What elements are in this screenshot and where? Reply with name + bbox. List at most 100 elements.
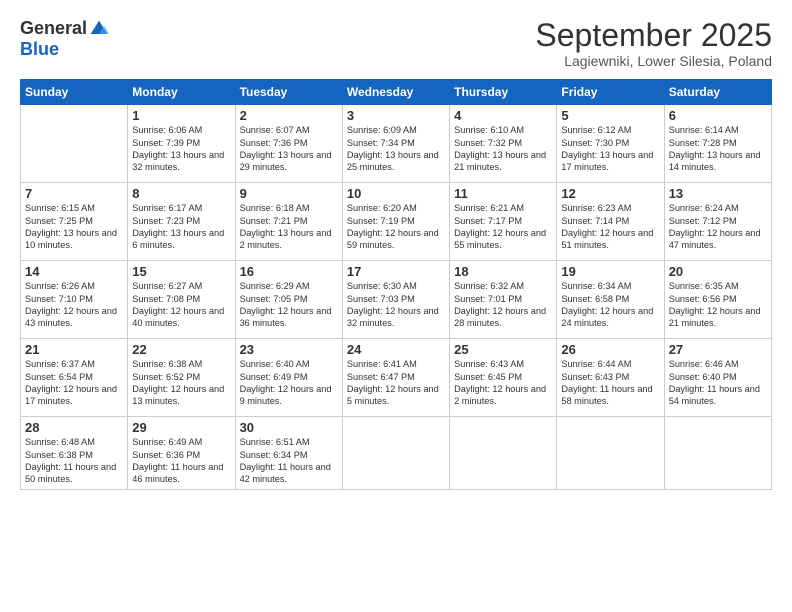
- table-row: 22 Sunrise: 6:38 AMSunset: 6:52 PMDaylig…: [128, 339, 235, 417]
- table-row: [664, 417, 771, 490]
- header-friday: Friday: [557, 80, 664, 105]
- day-number: 16: [240, 264, 338, 279]
- weekday-header-row: Sunday Monday Tuesday Wednesday Thursday…: [21, 80, 772, 105]
- day-number: 1: [132, 108, 230, 123]
- table-row: 25 Sunrise: 6:43 AMSunset: 6:45 PMDaylig…: [450, 339, 557, 417]
- table-row: 6 Sunrise: 6:14 AMSunset: 7:28 PMDayligh…: [664, 105, 771, 183]
- table-row: 3 Sunrise: 6:09 AMSunset: 7:34 PMDayligh…: [342, 105, 449, 183]
- table-row: 19 Sunrise: 6:34 AMSunset: 6:58 PMDaylig…: [557, 261, 664, 339]
- table-row: 10 Sunrise: 6:20 AMSunset: 7:19 PMDaylig…: [342, 183, 449, 261]
- table-row: 24 Sunrise: 6:41 AMSunset: 6:47 PMDaylig…: [342, 339, 449, 417]
- table-row: 16 Sunrise: 6:29 AMSunset: 7:05 PMDaylig…: [235, 261, 342, 339]
- day-number: 27: [669, 342, 767, 357]
- header-sunday: Sunday: [21, 80, 128, 105]
- day-number: 6: [669, 108, 767, 123]
- logo: General Blue: [20, 18, 109, 60]
- day-number: 3: [347, 108, 445, 123]
- logo-blue-text: Blue: [20, 39, 59, 60]
- month-title: September 2025: [535, 18, 772, 53]
- day-number: 19: [561, 264, 659, 279]
- day-info: Sunrise: 6:44 AMSunset: 6:43 PMDaylight:…: [561, 358, 659, 408]
- table-row: [557, 417, 664, 490]
- table-row: 18 Sunrise: 6:32 AMSunset: 7:01 PMDaylig…: [450, 261, 557, 339]
- table-row: 4 Sunrise: 6:10 AMSunset: 7:32 PMDayligh…: [450, 105, 557, 183]
- day-info: Sunrise: 6:49 AMSunset: 6:36 PMDaylight:…: [132, 436, 230, 486]
- table-row: 27 Sunrise: 6:46 AMSunset: 6:40 PMDaylig…: [664, 339, 771, 417]
- day-info: Sunrise: 6:26 AMSunset: 7:10 PMDaylight:…: [25, 280, 123, 330]
- header: General Blue September 2025 Lagiewniki, …: [20, 18, 772, 69]
- table-row: 21 Sunrise: 6:37 AMSunset: 6:54 PMDaylig…: [21, 339, 128, 417]
- day-number: 26: [561, 342, 659, 357]
- table-row: 5 Sunrise: 6:12 AMSunset: 7:30 PMDayligh…: [557, 105, 664, 183]
- table-row: 15 Sunrise: 6:27 AMSunset: 7:08 PMDaylig…: [128, 261, 235, 339]
- day-number: 5: [561, 108, 659, 123]
- table-row: 29 Sunrise: 6:49 AMSunset: 6:36 PMDaylig…: [128, 417, 235, 490]
- table-row: 1 Sunrise: 6:06 AMSunset: 7:39 PMDayligh…: [128, 105, 235, 183]
- table-row: 13 Sunrise: 6:24 AMSunset: 7:12 PMDaylig…: [664, 183, 771, 261]
- day-info: Sunrise: 6:10 AMSunset: 7:32 PMDaylight:…: [454, 124, 552, 174]
- day-info: Sunrise: 6:21 AMSunset: 7:17 PMDaylight:…: [454, 202, 552, 252]
- day-number: 13: [669, 186, 767, 201]
- day-info: Sunrise: 6:09 AMSunset: 7:34 PMDaylight:…: [347, 124, 445, 174]
- day-number: 14: [25, 264, 123, 279]
- calendar: Sunday Monday Tuesday Wednesday Thursday…: [20, 79, 772, 490]
- day-number: 4: [454, 108, 552, 123]
- day-number: 20: [669, 264, 767, 279]
- day-info: Sunrise: 6:48 AMSunset: 6:38 PMDaylight:…: [25, 436, 123, 486]
- day-info: Sunrise: 6:46 AMSunset: 6:40 PMDaylight:…: [669, 358, 767, 408]
- title-section: September 2025 Lagiewniki, Lower Silesia…: [535, 18, 772, 69]
- day-number: 30: [240, 420, 338, 435]
- day-info: Sunrise: 6:27 AMSunset: 7:08 PMDaylight:…: [132, 280, 230, 330]
- header-wednesday: Wednesday: [342, 80, 449, 105]
- day-info: Sunrise: 6:24 AMSunset: 7:12 PMDaylight:…: [669, 202, 767, 252]
- day-number: 2: [240, 108, 338, 123]
- day-info: Sunrise: 6:34 AMSunset: 6:58 PMDaylight:…: [561, 280, 659, 330]
- day-info: Sunrise: 6:07 AMSunset: 7:36 PMDaylight:…: [240, 124, 338, 174]
- day-number: 15: [132, 264, 230, 279]
- day-info: Sunrise: 6:29 AMSunset: 7:05 PMDaylight:…: [240, 280, 338, 330]
- logo-icon: [89, 19, 109, 39]
- table-row: 28 Sunrise: 6:48 AMSunset: 6:38 PMDaylig…: [21, 417, 128, 490]
- day-info: Sunrise: 6:23 AMSunset: 7:14 PMDaylight:…: [561, 202, 659, 252]
- day-number: 17: [347, 264, 445, 279]
- day-info: Sunrise: 6:32 AMSunset: 7:01 PMDaylight:…: [454, 280, 552, 330]
- day-number: 28: [25, 420, 123, 435]
- day-number: 21: [25, 342, 123, 357]
- table-row: [450, 417, 557, 490]
- table-row: 14 Sunrise: 6:26 AMSunset: 7:10 PMDaylig…: [21, 261, 128, 339]
- day-info: Sunrise: 6:17 AMSunset: 7:23 PMDaylight:…: [132, 202, 230, 252]
- day-number: 7: [25, 186, 123, 201]
- table-row: 7 Sunrise: 6:15 AMSunset: 7:25 PMDayligh…: [21, 183, 128, 261]
- day-info: Sunrise: 6:51 AMSunset: 6:34 PMDaylight:…: [240, 436, 338, 486]
- day-info: Sunrise: 6:06 AMSunset: 7:39 PMDaylight:…: [132, 124, 230, 174]
- day-info: Sunrise: 6:37 AMSunset: 6:54 PMDaylight:…: [25, 358, 123, 408]
- day-number: 23: [240, 342, 338, 357]
- table-row: 2 Sunrise: 6:07 AMSunset: 7:36 PMDayligh…: [235, 105, 342, 183]
- day-info: Sunrise: 6:12 AMSunset: 7:30 PMDaylight:…: [561, 124, 659, 174]
- day-info: Sunrise: 6:18 AMSunset: 7:21 PMDaylight:…: [240, 202, 338, 252]
- table-row: 12 Sunrise: 6:23 AMSunset: 7:14 PMDaylig…: [557, 183, 664, 261]
- header-thursday: Thursday: [450, 80, 557, 105]
- table-row: 20 Sunrise: 6:35 AMSunset: 6:56 PMDaylig…: [664, 261, 771, 339]
- table-row: 30 Sunrise: 6:51 AMSunset: 6:34 PMDaylig…: [235, 417, 342, 490]
- table-row: 23 Sunrise: 6:40 AMSunset: 6:49 PMDaylig…: [235, 339, 342, 417]
- day-info: Sunrise: 6:14 AMSunset: 7:28 PMDaylight:…: [669, 124, 767, 174]
- logo-general-text: General: [20, 18, 87, 39]
- day-info: Sunrise: 6:40 AMSunset: 6:49 PMDaylight:…: [240, 358, 338, 408]
- day-number: 29: [132, 420, 230, 435]
- day-number: 9: [240, 186, 338, 201]
- table-row: [21, 105, 128, 183]
- day-info: Sunrise: 6:35 AMSunset: 6:56 PMDaylight:…: [669, 280, 767, 330]
- table-row: [342, 417, 449, 490]
- day-number: 10: [347, 186, 445, 201]
- table-row: 26 Sunrise: 6:44 AMSunset: 6:43 PMDaylig…: [557, 339, 664, 417]
- day-number: 22: [132, 342, 230, 357]
- day-number: 8: [132, 186, 230, 201]
- day-info: Sunrise: 6:43 AMSunset: 6:45 PMDaylight:…: [454, 358, 552, 408]
- day-number: 18: [454, 264, 552, 279]
- table-row: 8 Sunrise: 6:17 AMSunset: 7:23 PMDayligh…: [128, 183, 235, 261]
- day-info: Sunrise: 6:30 AMSunset: 7:03 PMDaylight:…: [347, 280, 445, 330]
- day-number: 25: [454, 342, 552, 357]
- table-row: 17 Sunrise: 6:30 AMSunset: 7:03 PMDaylig…: [342, 261, 449, 339]
- header-monday: Monday: [128, 80, 235, 105]
